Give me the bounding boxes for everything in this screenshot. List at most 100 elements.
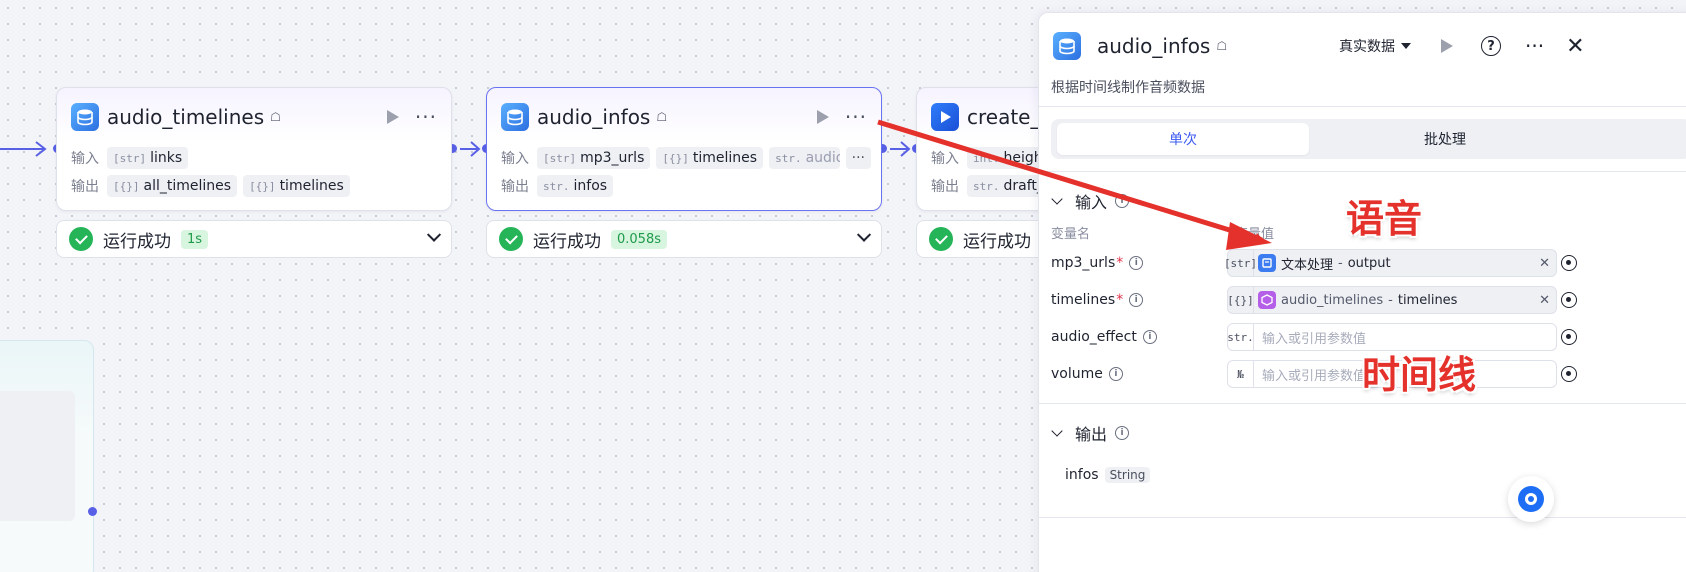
output-tag: [{}] all_timelines	[107, 175, 238, 197]
plugin-icon: ☖	[270, 110, 281, 124]
param-value-mp3-urls[interactable]: [str] 文本处理 - output ✕	[1224, 249, 1557, 277]
section-title: 输出	[1075, 425, 1108, 444]
info-icon: i	[1142, 330, 1157, 344]
database-icon	[501, 103, 529, 131]
output-label: 输出	[71, 179, 99, 195]
output-section-header[interactable]: 输出 i	[1051, 421, 1130, 445]
reference-toggle-icon[interactable]	[1561, 255, 1577, 271]
param-audio-effect: audio_effect i	[1051, 324, 1157, 350]
chat-bubble-icon	[1518, 486, 1544, 512]
input-tag: [{}] timelines	[656, 147, 764, 169]
param-volume: volume i	[1051, 361, 1123, 387]
duration-badge: 0.058s	[611, 229, 667, 249]
param-name: timelines	[1051, 292, 1116, 308]
output-tag: str. infos	[537, 175, 614, 197]
reference-toggle-icon[interactable]	[1561, 366, 1577, 382]
col-header-name: 变量名	[1051, 227, 1091, 242]
divider	[1039, 403, 1686, 404]
param-mp3-urls: mp3_urls * i	[1051, 250, 1144, 276]
node-title: audio_infos	[537, 105, 651, 129]
param-name: audio_effect	[1051, 329, 1137, 345]
data-mode-dropdown[interactable]: 真实数据	[1339, 36, 1395, 56]
chevron-down-icon[interactable]	[426, 227, 442, 242]
help-icon[interactable]: ?	[1481, 36, 1501, 56]
more-options-icon[interactable]: ···	[1525, 36, 1544, 56]
input-label: 输入	[931, 151, 959, 167]
arrow-connector-icon	[460, 141, 481, 157]
reference-chip: audio_timelines - timelines	[1254, 291, 1457, 309]
input-section-header[interactable]: 输入 i	[1051, 189, 1130, 213]
chat-assistant-button[interactable]	[1508, 476, 1554, 522]
info-icon: i	[1129, 293, 1144, 307]
input-label: 输入	[501, 151, 529, 167]
input-placeholder: 输入或引用参数值	[1262, 331, 1367, 347]
param-timelines: timelines * i	[1051, 287, 1144, 313]
text-process-icon	[1258, 254, 1276, 272]
input-tag: [str] links	[107, 147, 189, 169]
clear-ref-icon[interactable]: ✕	[1539, 293, 1550, 308]
output-label: 输出	[501, 179, 529, 195]
input-placeholder: 输入或引用参数值	[1262, 368, 1367, 384]
reference-toggle-icon[interactable]	[1561, 292, 1577, 308]
node-audio-infos[interactable]: audio_infos ☖ ··· 输入 [str] mp3_urls [{}] t…	[486, 87, 882, 211]
param-value-timelines[interactable]: [{}] audio_timelines - timelines ✕	[1227, 286, 1557, 314]
close-icon[interactable]: ✕	[1566, 34, 1584, 59]
tab-batch[interactable]: 批处理	[1315, 123, 1575, 155]
run-icon[interactable]	[1441, 39, 1453, 53]
run-status-n2[interactable]: 运行成功 0.058s	[486, 220, 882, 258]
ref-source: 文本处理	[1281, 257, 1334, 273]
ref-field: output	[1347, 255, 1391, 271]
ref-separator: -	[1388, 292, 1393, 308]
annotation-voice: 语音	[1346, 197, 1423, 241]
node-outputs: 输出 [{}] all_timelines [{}] timelines	[71, 174, 441, 198]
run-node-icon[interactable]	[386, 110, 399, 124]
param-name: mp3_urls	[1051, 255, 1116, 271]
arrow-head-icon	[35, 141, 47, 157]
partial-node-body	[0, 391, 75, 521]
tab-single[interactable]: 单次	[1057, 123, 1309, 155]
success-check-icon	[499, 227, 523, 251]
more-options-icon[interactable]: ···	[845, 107, 867, 127]
database-icon	[71, 103, 99, 131]
video-play-icon	[931, 103, 959, 131]
type-indicator: №	[1228, 361, 1254, 387]
duration-badge: 1s	[181, 229, 209, 249]
partial-node[interactable]	[0, 340, 94, 572]
port-partial-out[interactable]	[88, 507, 97, 516]
input-tag: [str] mp3_urls	[537, 147, 651, 169]
input-label: 输入	[71, 151, 99, 167]
plugin-icon: ☖	[656, 110, 668, 124]
node-title: audio_timelines	[107, 105, 265, 129]
output-label: 输出	[931, 179, 959, 195]
run-status-n1[interactable]: 运行成功 1s	[56, 220, 452, 258]
node-inputs: 输入 [str] links	[71, 146, 441, 170]
more-options-icon[interactable]: ···	[415, 107, 437, 127]
param-name: volume	[1051, 366, 1103, 382]
run-mode-tabs: 单次 批处理	[1051, 119, 1686, 159]
col-header-value: 变量值	[1235, 227, 1275, 242]
chevron-down-icon	[1051, 193, 1063, 205]
ref-field: timelines	[1397, 292, 1458, 308]
clear-ref-icon[interactable]: ✕	[1539, 256, 1550, 271]
success-check-icon	[69, 227, 93, 251]
chevron-down-icon[interactable]	[856, 227, 872, 242]
run-node-icon[interactable]	[816, 110, 829, 124]
reference-chip: 文本处理 - output	[1254, 254, 1391, 273]
panel-description: 根据时间线制作音频数据	[1051, 80, 1205, 96]
chevron-down-icon	[1051, 425, 1063, 437]
ref-source: audio_timelines	[1281, 292, 1384, 308]
node-outputs: 输出 str. infos	[501, 174, 871, 198]
info-icon: i	[1108, 367, 1123, 381]
node-detail-panel: audio_infos ☖ 真实数据 ? ··· ✕ 根据时间线制作音频数据 单…	[1038, 12, 1686, 572]
cube-icon	[1258, 291, 1276, 309]
type-indicator: str.	[1227, 324, 1254, 350]
reference-toggle-icon[interactable]	[1561, 329, 1577, 345]
output-name: infos	[1065, 467, 1099, 483]
type-indicator: [str]	[1224, 250, 1257, 276]
more-inputs-button[interactable]: ···	[845, 147, 871, 169]
node-audio-timelines[interactable]: audio_timelines ☖ ··· 输入 [str] links 输出 […	[56, 87, 452, 211]
annotation-timeline: 时间线	[1362, 353, 1477, 397]
type-indicator: [{}]	[1227, 287, 1254, 313]
input-tag: str.audio_effect	[769, 147, 840, 169]
caret-down-icon[interactable]	[1401, 43, 1411, 49]
